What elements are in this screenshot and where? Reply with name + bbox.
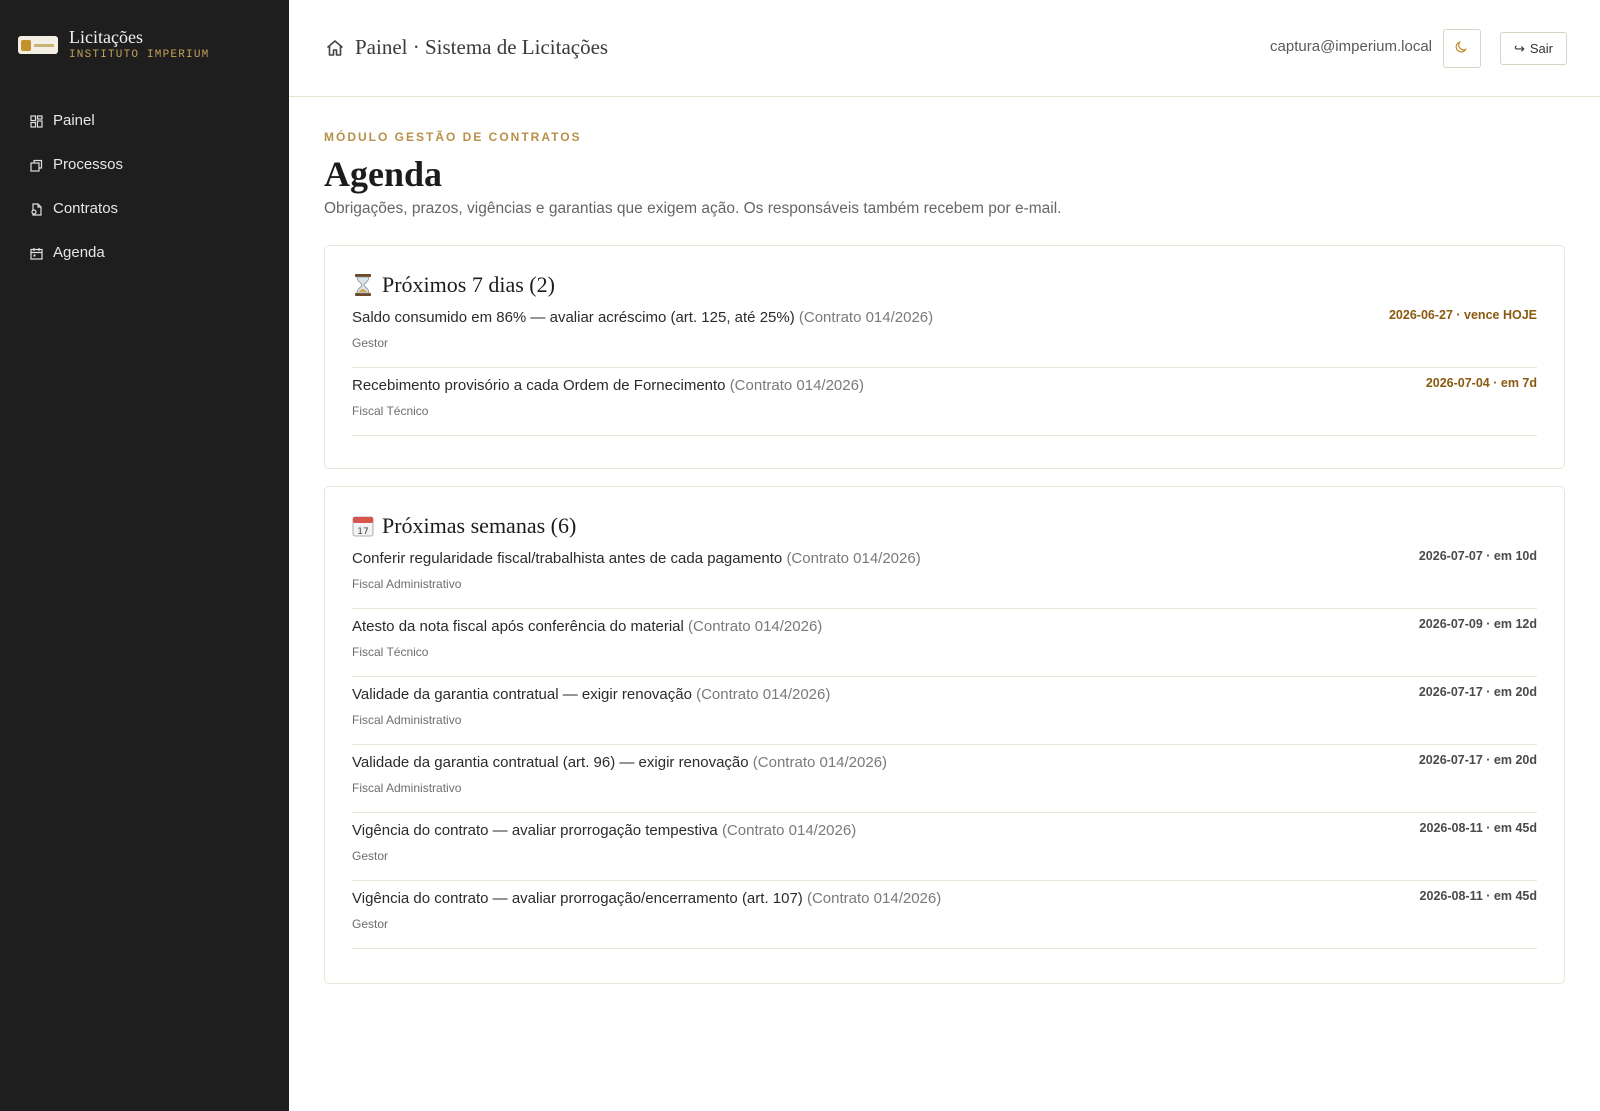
list-item[interactable]: Validade da garantia contratual (art. 96…: [352, 745, 1537, 813]
sidebar: Licitações INSTITUTO IMPERIUM Painel Pro…: [0, 0, 289, 1111]
logout-button[interactable]: ↪ Sair: [1499, 32, 1567, 65]
item-date: 2026-06-27 · vence HOJE: [1388, 308, 1537, 322]
page-title: Agenda: [324, 154, 443, 194]
user-email: captura@imperium.local: [1270, 38, 1432, 55]
list-item[interactable]: Validade da garantia contratual — exigir…: [352, 677, 1537, 745]
moon-icon: [1455, 40, 1469, 57]
contract-icon: [30, 203, 43, 216]
item-role: Fiscal Administrativo: [352, 781, 462, 795]
item-role: Fiscal Técnico: [352, 645, 429, 659]
item-contract-ref: (Contrato 014/2026): [806, 890, 942, 907]
brand[interactable]: Licitações INSTITUTO IMPERIUM: [18, 26, 209, 62]
section-title: Próximos 7 dias (2): [382, 272, 555, 297]
dashboard-icon: [30, 115, 43, 128]
section-next-weeks: 17 Próximas semanas (6) Conferir regular…: [324, 486, 1565, 984]
hourglass-icon: [352, 273, 374, 297]
item-contract-ref: (Contrato 014/2026): [786, 550, 921, 567]
section-title: Próximas semanas (6): [382, 513, 577, 538]
sidebar-item-processos[interactable]: Processos: [30, 142, 123, 186]
brand-title: Licitações: [69, 27, 143, 47]
page-description: Obrigações, prazos, vigências e garantia…: [324, 200, 1062, 217]
item-text: Recebimento provisório a cada Ordem de F…: [352, 377, 726, 394]
item-contract-ref: (Contrato 014/2026): [752, 754, 888, 771]
logout-label: Sair: [1529, 41, 1553, 56]
item-role: Fiscal Técnico: [352, 404, 429, 418]
item-contract-ref: (Contrato 014/2026): [696, 686, 831, 703]
item-date: 2026-08-11 · em 45d: [1419, 821, 1537, 835]
svg-text:17: 17: [357, 527, 368, 537]
top-header: Painel · Sistema de Licitações captura@i…: [289, 0, 1600, 97]
list-item[interactable]: Atesto da nota fiscal após conferência d…: [352, 609, 1537, 677]
item-text: Validade da garantia contratual (art. 96…: [352, 754, 749, 771]
list-item[interactable]: Vigência do contrato — avaliar prorrogaç…: [352, 881, 1537, 949]
sidebar-item-painel[interactable]: Painel: [30, 98, 123, 142]
item-role: Gestor: [352, 336, 389, 350]
section-heading: Próximos 7 dias (2): [352, 270, 1537, 300]
calendar-date-icon: 17: [352, 514, 374, 538]
list-item[interactable]: Recebimento provisório a cada Ordem de F…: [352, 368, 1537, 436]
header-title: Painel · Sistema de Licitações: [355, 35, 609, 59]
sidebar-item-label: Processos: [53, 155, 124, 173]
item-contract-ref: (Contrato 014/2026): [729, 377, 864, 394]
item-date: 2026-07-07 · em 10d: [1418, 549, 1537, 563]
section-list: Conferir regularidade fiscal/trabalhista…: [352, 541, 1537, 949]
sidebar-item-label: Agenda: [53, 243, 105, 261]
sidebar-item-agenda[interactable]: Agenda: [30, 230, 123, 274]
item-text: Validade da garantia contratual — exigir…: [352, 686, 692, 703]
section-list: Saldo consumido em 86% — avaliar acrésci…: [352, 300, 1537, 436]
item-contract-ref: (Contrato 014/2026): [688, 618, 823, 635]
calendar-icon: [30, 247, 43, 260]
list-item[interactable]: Vigência do contrato — avaliar prorrogaç…: [352, 813, 1537, 881]
item-text: Saldo consumido em 86% — avaliar acrésci…: [352, 309, 795, 326]
item-text: Conferir regularidade fiscal/trabalhista…: [352, 550, 783, 567]
processes-icon: [30, 159, 43, 172]
item-date: 2026-08-11 · em 45d: [1419, 889, 1537, 903]
sidebar-item-label: Contratos: [53, 199, 119, 217]
sidebar-item-label: Painel: [53, 111, 95, 129]
main-content: MÓDULO GESTÃO DE CONTRATOS Agenda Obriga…: [324, 130, 1565, 984]
item-contract-ref: (Contrato 014/2026): [798, 309, 934, 326]
brand-subtitle: INSTITUTO IMPERIUM: [69, 49, 210, 61]
item-date: 2026-07-17 · em 20d: [1418, 685, 1537, 699]
item-contract-ref: (Contrato 014/2026): [721, 822, 857, 839]
section-heading: 17 Próximas semanas (6): [352, 511, 1537, 541]
list-item[interactable]: Saldo consumido em 86% — avaliar acrésci…: [352, 300, 1537, 368]
item-role: Fiscal Administrativo: [352, 713, 462, 727]
brand-logo: [18, 36, 58, 54]
section-next-7-days: Próximos 7 dias (2) Saldo consumido em 8…: [324, 245, 1565, 469]
item-text: Vigência do contrato — avaliar prorrogaç…: [352, 890, 803, 907]
logout-arrow-icon: ↪: [1513, 40, 1525, 56]
theme-toggle-button[interactable]: [1443, 29, 1481, 68]
sidebar-nav: Painel Processos Contratos Agenda: [30, 98, 123, 274]
sidebar-item-contratos[interactable]: Contratos: [30, 186, 123, 230]
item-date: 2026-07-04 · em 7d: [1425, 376, 1537, 390]
item-role: Fiscal Administrativo: [352, 577, 462, 591]
list-item[interactable]: Conferir regularidade fiscal/trabalhista…: [352, 541, 1537, 609]
item-text: Atesto da nota fiscal após conferência d…: [352, 618, 684, 635]
item-date: 2026-07-17 · em 20d: [1418, 753, 1537, 767]
item-role: Gestor: [352, 917, 389, 931]
item-text: Vigência do contrato — avaliar prorrogaç…: [352, 822, 718, 839]
item-role: Gestor: [352, 849, 389, 863]
item-date: 2026-07-09 · em 12d: [1418, 617, 1537, 631]
module-eyebrow: MÓDULO GESTÃO DE CONTRATOS: [324, 130, 582, 144]
home-icon[interactable]: [325, 38, 345, 58]
